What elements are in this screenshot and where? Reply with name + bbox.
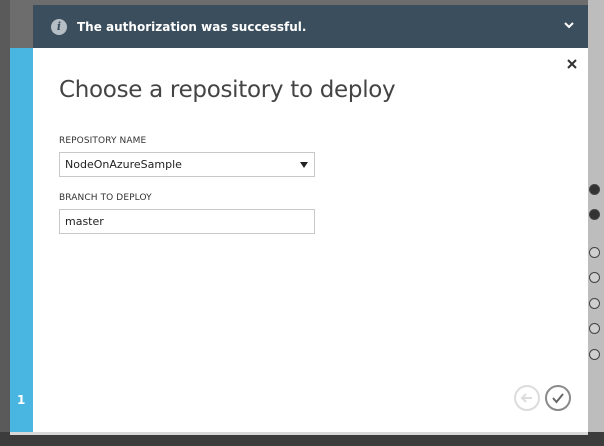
- background-footer-edge: [10, 432, 588, 435]
- dropdown-arrow-icon: [300, 162, 308, 168]
- complete-button[interactable]: [545, 385, 571, 411]
- branch-label: BRANCH TO DEPLOY: [59, 193, 152, 203]
- notification-bar: i The authorization was successful.: [33, 5, 588, 48]
- dialog-title: Choose a repository to deploy: [59, 77, 396, 103]
- background-icon: [589, 209, 600, 220]
- background-content-panel: [588, 0, 604, 446]
- background-icon: [589, 247, 600, 258]
- notification-message: The authorization was successful.: [77, 19, 307, 34]
- arrow-left-icon: [520, 393, 532, 403]
- deploy-wizard-dialog: 1 Choose a repository to deploy REPOSITO…: [10, 48, 588, 432]
- step-number: 1: [17, 393, 26, 407]
- checkmark-icon: [552, 393, 564, 404]
- background-icon: [589, 272, 600, 283]
- repository-select-value: NodeOnAzureSample: [65, 158, 182, 171]
- background-icon: [589, 349, 600, 360]
- step-rail: 1: [10, 48, 33, 432]
- back-button[interactable]: [514, 385, 540, 411]
- close-icon[interactable]: [566, 58, 578, 70]
- info-icon: i: [51, 18, 67, 35]
- branch-input[interactable]: [59, 209, 315, 234]
- background-nav-panel: [0, 0, 10, 446]
- repository-name-label: REPOSITORY NAME: [59, 136, 147, 146]
- background-icon: [589, 184, 600, 195]
- background-icon: [589, 323, 600, 334]
- repository-select[interactable]: NodeOnAzureSample: [59, 152, 315, 177]
- background-icon: [589, 298, 600, 309]
- chevron-down-icon[interactable]: [562, 18, 576, 32]
